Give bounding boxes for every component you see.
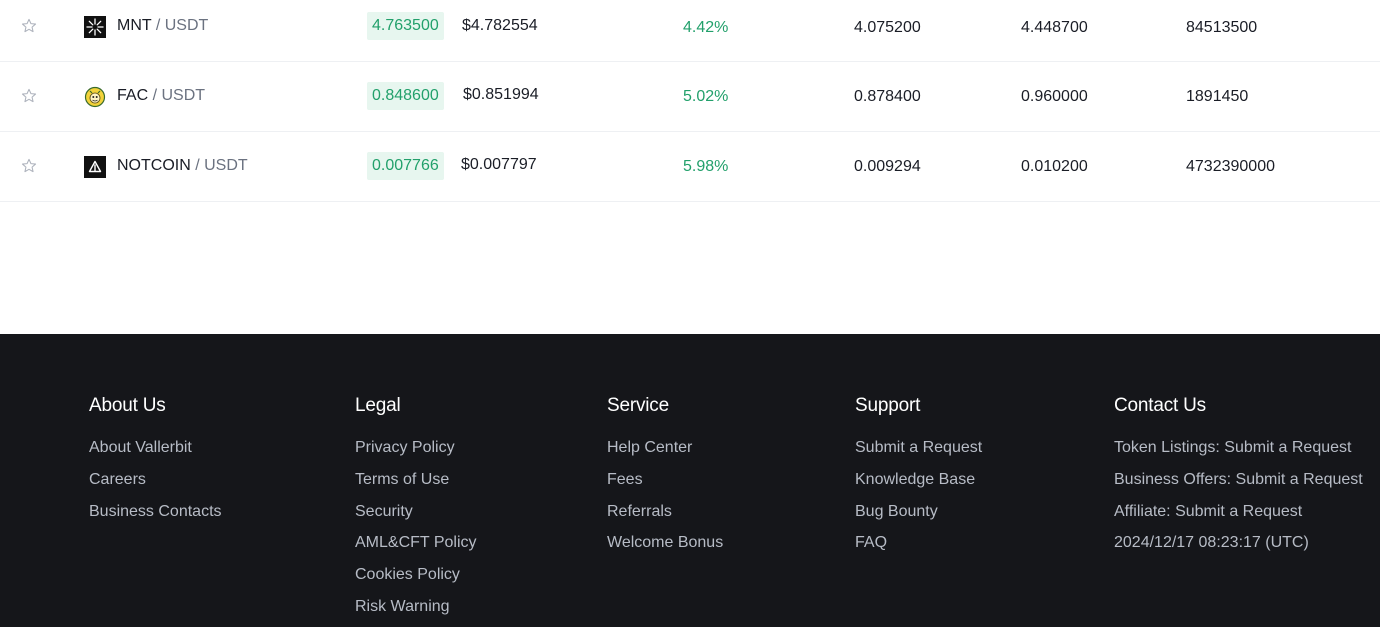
footer-link-faq[interactable]: FAQ [855, 533, 982, 553]
high-price: 0.010200 [1021, 158, 1088, 175]
notcoin-logo-icon [84, 156, 106, 178]
low-price: 0.009294 [854, 158, 921, 175]
usd-price: $0.007797 [461, 156, 537, 173]
footer-link-fees[interactable]: Fees [607, 470, 723, 490]
trading-pair[interactable]: FAC / USDT [117, 87, 205, 105]
server-time: 2024/12/17 08:23:17 (UTC) [1114, 534, 1309, 552]
footer-heading-about: About Us [89, 395, 166, 416]
last-price: 0.007766 [367, 152, 444, 180]
footer-link-welcome-bonus[interactable]: Welcome Bonus [607, 533, 723, 553]
table-row[interactable]: FAC / USDT 0.848600 $0.851994 5.02% 0.87… [0, 62, 1380, 132]
footer-column-about: About Us About Vallerbit Careers Busines… [89, 394, 222, 533]
usd-price: $0.851994 [463, 86, 539, 103]
footer-column-support: Support Submit a Request Knowledge Base … [855, 394, 982, 565]
last-price: 4.763500 [367, 12, 444, 40]
footer-link-help-center[interactable]: Help Center [607, 438, 723, 458]
pair-quote: USDT [164, 17, 209, 34]
footer-link-terms-of-use[interactable]: Terms of Use [355, 470, 477, 490]
footer-link-affiliate[interactable]: Affiliate: Submit a Request [1114, 502, 1363, 522]
footer-link-risk-warning[interactable]: Risk Warning [355, 597, 477, 617]
footer-column-service: Service Help Center Fees Referrals Welco… [607, 394, 723, 565]
usd-price: $4.782554 [462, 17, 538, 34]
pair-base: MNT [117, 17, 152, 34]
favorite-star-icon[interactable] [20, 87, 38, 105]
footer-column-legal: Legal Privacy Policy Terms of Use Securi… [355, 394, 477, 629]
high-price: 4.448700 [1021, 19, 1088, 36]
fac-logo-icon [84, 86, 106, 108]
high-price: 0.960000 [1021, 88, 1088, 105]
pair-separator: / [148, 87, 162, 104]
volume: 1891450 [1186, 88, 1249, 105]
footer-link-referrals[interactable]: Referrals [607, 502, 723, 522]
footer-heading-contact: Contact Us [1114, 395, 1206, 416]
site-footer: About Us About Vallerbit Careers Busines… [0, 334, 1380, 627]
footer-link-knowledge-base[interactable]: Knowledge Base [855, 470, 982, 490]
table-row[interactable]: MNT / USDT 4.763500 $4.782554 4.42% 4.07… [0, 0, 1380, 62]
footer-link-security[interactable]: Security [355, 502, 477, 522]
footer-heading-support: Support [855, 395, 921, 416]
footer-link-aml-cft-policy[interactable]: AML&CFT Policy [355, 533, 477, 553]
price-change: 5.98% [683, 158, 729, 175]
favorite-star-icon[interactable] [20, 17, 38, 35]
footer-link-about-vallerbit[interactable]: About Vallerbit [89, 438, 222, 458]
price-change: 5.02% [683, 88, 729, 105]
trading-pair[interactable]: NOTCOIN / USDT [117, 157, 248, 175]
market-table: MNT / USDT 4.763500 $4.782554 4.42% 4.07… [0, 0, 1380, 334]
last-price: 0.848600 [367, 82, 444, 110]
pair-quote: USDT [161, 87, 206, 104]
footer-link-bug-bounty[interactable]: Bug Bounty [855, 502, 982, 522]
footer-link-business-contacts[interactable]: Business Contacts [89, 502, 222, 522]
footer-heading-legal: Legal [355, 395, 401, 416]
pair-quote: USDT [204, 157, 248, 174]
trading-pair[interactable]: MNT / USDT [117, 17, 208, 35]
low-price: 4.075200 [854, 19, 921, 36]
volume: 84513500 [1186, 19, 1258, 36]
footer-link-privacy-policy[interactable]: Privacy Policy [355, 438, 477, 458]
footer-link-business-offers[interactable]: Business Offers: Submit a Request [1114, 470, 1363, 490]
footer-link-token-listings[interactable]: Token Listings: Submit a Request [1114, 438, 1363, 458]
footer-column-contact: Contact Us Token Listings: Submit a Requ… [1114, 394, 1363, 565]
volume: 4732390000 [1186, 158, 1275, 175]
table-row[interactable]: NOTCOIN / USDT 0.007766 $0.007797 5.98% … [0, 132, 1380, 202]
pair-base: NOTCOIN [117, 157, 191, 174]
footer-heading-service: Service [607, 395, 669, 416]
footer-link-careers[interactable]: Careers [89, 470, 222, 490]
pair-base: FAC [117, 87, 149, 104]
mnt-logo-icon [84, 16, 106, 38]
pair-separator: / [190, 157, 205, 174]
price-change: 4.42% [683, 19, 729, 36]
footer-link-cookies-policy[interactable]: Cookies Policy [355, 565, 477, 585]
footer-link-submit-request[interactable]: Submit a Request [855, 438, 982, 458]
low-price: 0.878400 [854, 88, 921, 105]
favorite-star-icon[interactable] [20, 157, 38, 175]
pair-separator: / [151, 17, 165, 34]
